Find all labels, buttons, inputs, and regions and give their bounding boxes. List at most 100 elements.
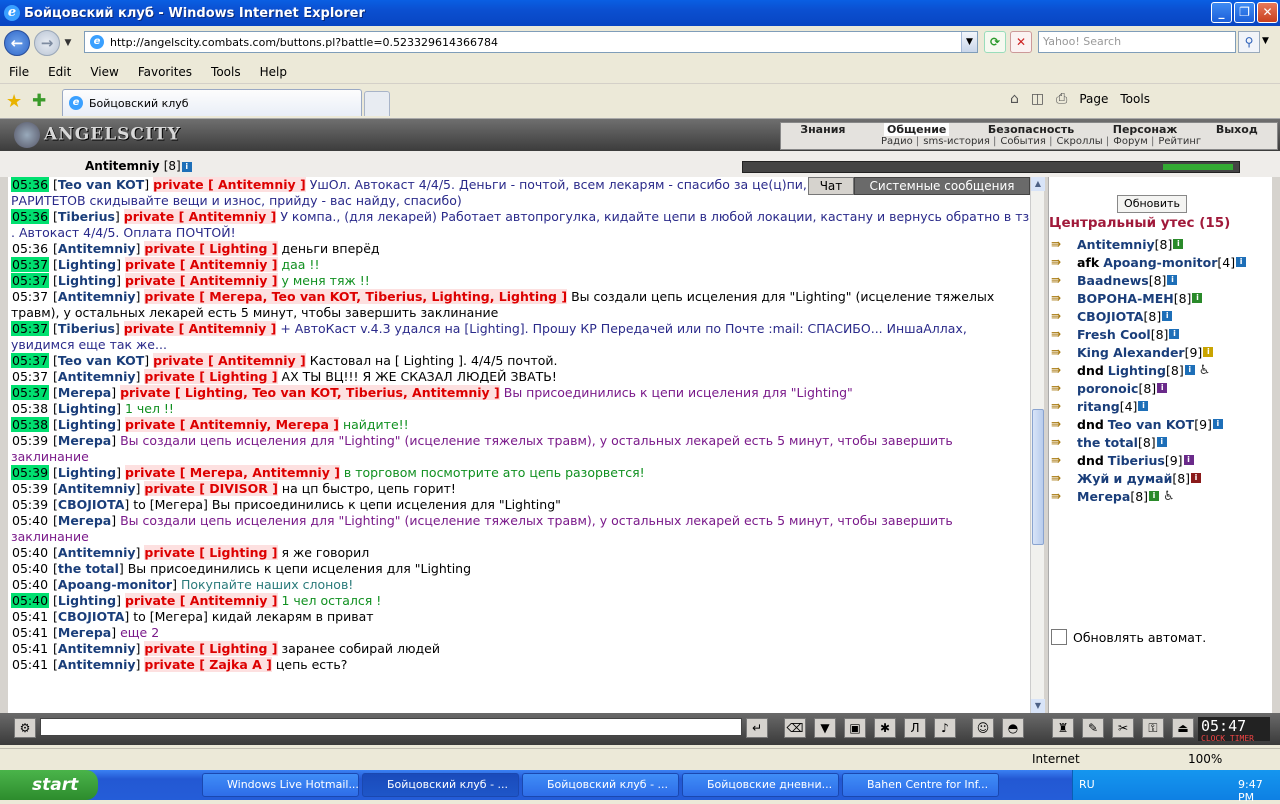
- user-row[interactable]: ⇛ the total [8] i: [1051, 433, 1271, 451]
- message-nick[interactable]: Antitemniy: [58, 641, 136, 656]
- message-nick[interactable]: Lighting: [58, 401, 116, 416]
- message-nick[interactable]: СВОЈIOTA: [58, 609, 125, 624]
- game-menu-communication[interactable]: Общение: [883, 123, 950, 136]
- smiley-icon[interactable]: ☺: [972, 718, 994, 738]
- user-row[interactable]: ⇛ poronoic [8] i: [1051, 379, 1271, 397]
- info-icon[interactable]: i: [1167, 275, 1178, 285]
- save-icon[interactable]: ▣: [844, 718, 866, 738]
- private-arrow-icon[interactable]: ⇛: [1051, 417, 1077, 431]
- private-tag[interactable]: private [ Мегера, Teo van KOT, Tiberius,…: [144, 289, 568, 304]
- user-name-link[interactable]: СВОЈIOTA: [1077, 309, 1144, 324]
- game-submenu-radio[interactable]: Радио: [881, 136, 919, 147]
- user-name-link[interactable]: Fresh Cool: [1077, 327, 1151, 342]
- forward-button[interactable]: →: [34, 30, 60, 56]
- message-nick[interactable]: Antitemniy: [58, 545, 136, 560]
- private-tag[interactable]: private [ Antitemniy ]: [124, 257, 278, 272]
- user-name-link[interactable]: ВОРОНА-МЕН: [1077, 291, 1174, 306]
- message-nick[interactable]: Lighting: [58, 417, 116, 432]
- private-arrow-icon[interactable]: ⇛: [1051, 345, 1077, 359]
- private-tag[interactable]: private [ Мегера, Antitemniy ]: [124, 465, 340, 480]
- game-submenu-sms[interactable]: sms-история: [923, 136, 996, 147]
- address-url[interactable]: http://angelscity.combats.com/buttons.pl…: [110, 36, 498, 49]
- sound-icon[interactable]: ♪: [934, 718, 956, 738]
- user-row[interactable]: ⇛ King Alexander [9] i: [1051, 343, 1271, 361]
- scroll-up-icon[interactable]: ▲: [1031, 177, 1045, 191]
- menu-favorites[interactable]: Favorites: [129, 65, 202, 79]
- user-name-link[interactable]: Baadnews: [1077, 273, 1149, 288]
- info-icon[interactable]: i: [1183, 455, 1194, 465]
- task-hotmail[interactable]: Windows Live Hotmail...: [202, 773, 359, 797]
- exit-icon[interactable]: ⏏: [1172, 718, 1194, 738]
- game-menu-character[interactable]: Персонаж: [1113, 123, 1178, 136]
- menu-view[interactable]: View: [81, 65, 128, 79]
- message-nick[interactable]: Antitemniy: [58, 369, 136, 384]
- user-row[interactable]: ⇛ afk Apoang-monitor [4] i: [1051, 253, 1271, 271]
- message-nick[interactable]: Lighting: [58, 593, 116, 608]
- message-nick[interactable]: Lighting: [58, 465, 116, 480]
- user-row[interactable]: ⇛ dnd Tiberius [9] i: [1051, 451, 1271, 469]
- info-icon[interactable]: i: [1149, 491, 1160, 501]
- eraser-icon[interactable]: ⌫: [784, 718, 806, 738]
- private-arrow-icon[interactable]: ⇛: [1051, 273, 1077, 287]
- info-icon[interactable]: i: [1192, 293, 1203, 303]
- helmet-icon[interactable]: ◓: [1002, 718, 1024, 738]
- user-row[interactable]: ⇛ dnd Teo van KOT [9] i: [1051, 415, 1271, 433]
- lock-icon[interactable]: ⚿: [1142, 718, 1164, 738]
- user-name-link[interactable]: Lighting: [1108, 363, 1166, 378]
- chat-settings-icon[interactable]: ⚙: [14, 718, 36, 738]
- feeds-icon[interactable]: ◫: [1031, 91, 1044, 107]
- refresh-users-button[interactable]: Обновить: [1117, 195, 1187, 213]
- info-icon[interactable]: i: [1191, 473, 1202, 483]
- private-tag[interactable]: private [ Antitemniy ]: [124, 593, 278, 608]
- new-tab-button[interactable]: [364, 91, 390, 116]
- private-arrow-icon[interactable]: ⇛: [1051, 435, 1077, 449]
- private-tag[interactable]: private [ Antitemniy ]: [153, 177, 306, 192]
- back-button[interactable]: ←: [4, 30, 30, 56]
- user-row[interactable]: ⇛ Baadnews [8] i: [1051, 271, 1271, 289]
- private-tag[interactable]: private [ Lighting ]: [144, 641, 278, 656]
- chat-scrollbar[interactable]: ▲ ▼: [1030, 177, 1045, 713]
- refresh-button[interactable]: ⟳: [984, 31, 1006, 53]
- task-diaries[interactable]: Бойцовские дневни...: [682, 773, 839, 797]
- info-icon[interactable]: i: [1173, 239, 1184, 249]
- game-submenu-rating[interactable]: Рейтинг: [1158, 136, 1201, 147]
- info-icon[interactable]: i: [1212, 419, 1223, 429]
- info-icon[interactable]: i: [1138, 401, 1149, 411]
- private-arrow-icon[interactable]: ⇛: [1051, 309, 1077, 323]
- user-row[interactable]: ⇛ Fresh Cool [8] i: [1051, 325, 1271, 343]
- message-nick[interactable]: Lighting: [58, 273, 116, 288]
- start-button[interactable]: start: [0, 770, 98, 800]
- print-icon[interactable]: ⎙: [1056, 91, 1067, 107]
- user-name-link[interactable]: Antitemniy: [1077, 237, 1155, 252]
- history-dropdown-icon[interactable]: ▼: [62, 38, 74, 48]
- private-tag[interactable]: private [ Antitemniy ]: [153, 353, 306, 368]
- private-tag[interactable]: private [ Zajka A ]: [144, 657, 272, 672]
- auto-refresh[interactable]: Обновлять автомат.: [1051, 629, 1206, 645]
- tab-system-messages[interactable]: Системные сообщения: [854, 177, 1030, 195]
- tools-menu[interactable]: Tools: [1120, 92, 1150, 106]
- tab-active[interactable]: e Бойцовский клуб: [62, 89, 362, 116]
- tools-icon[interactable]: ✂: [1112, 718, 1134, 738]
- message-nick[interactable]: Teo van KOT: [58, 177, 144, 192]
- user-row[interactable]: ⇛ Мегера [8] i ♿: [1051, 487, 1271, 505]
- private-tag[interactable]: private [ Lighting ]: [144, 241, 278, 256]
- task-bahen[interactable]: Bahen Centre for Inf...: [842, 773, 999, 797]
- message-nick[interactable]: Tiberius: [58, 321, 115, 336]
- private-arrow-icon[interactable]: ⇛: [1051, 489, 1077, 503]
- game-submenu-events[interactable]: События: [1000, 136, 1052, 147]
- message-nick[interactable]: Antitemniy: [58, 657, 136, 672]
- private-tag[interactable]: private [ Antitemniy, Мегера ]: [124, 417, 339, 432]
- page-menu[interactable]: Page: [1079, 92, 1108, 106]
- send-icon[interactable]: ↵: [746, 718, 768, 738]
- maximize-button[interactable]: ❐: [1234, 2, 1255, 23]
- message-nick[interactable]: the total: [58, 561, 119, 576]
- private-arrow-icon[interactable]: ⇛: [1051, 381, 1077, 395]
- action-icon[interactable]: ✱: [874, 718, 896, 738]
- private-tag[interactable]: private [ Lighting ]: [144, 545, 278, 560]
- info-icon[interactable]: i: [1162, 311, 1173, 321]
- scroll-thumb[interactable]: [1032, 409, 1044, 545]
- info-icon[interactable]: i: [1156, 437, 1167, 447]
- close-button[interactable]: ✕: [1257, 2, 1278, 23]
- private-tag[interactable]: private [ Antitemniy ]: [123, 209, 277, 224]
- user-name-link[interactable]: the total: [1077, 435, 1138, 450]
